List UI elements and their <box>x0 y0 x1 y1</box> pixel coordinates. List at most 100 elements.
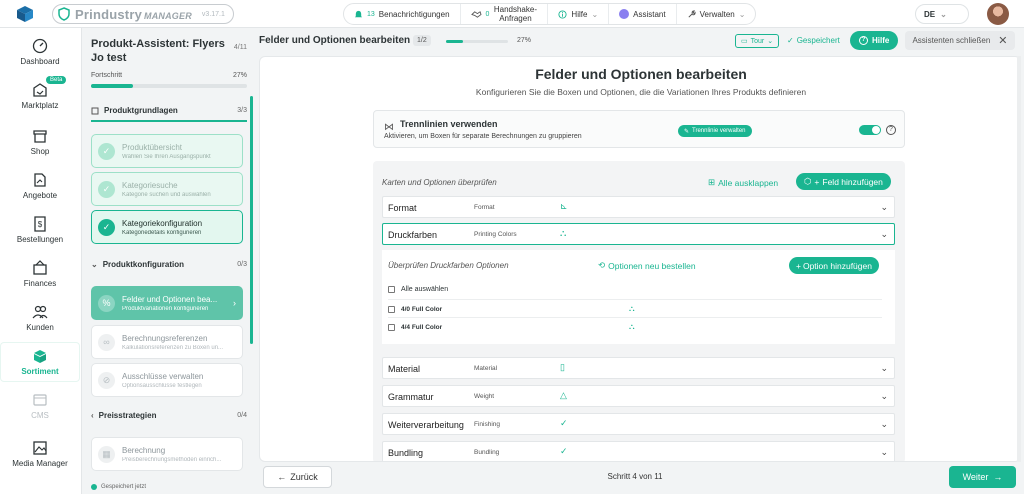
tour-select[interactable]: ▭ Tour ⌄ <box>735 34 780 48</box>
step-card-produktuebersicht[interactable]: ✓ Produktübersicht Wählen Sie Ihren Ausga… <box>91 134 243 168</box>
option-row[interactable]: 4/0 Full Color ⛬ <box>388 302 882 316</box>
saved-indicator: ✓ Gespeichert <box>787 36 840 45</box>
close-assistant-button[interactable]: Assistenten schließen ✕ <box>905 31 1015 50</box>
wrench-icon <box>688 9 696 18</box>
step-desc: Preisberechnungsmethoden einrich... <box>122 456 222 463</box>
chevron-down-icon[interactable]: ⌄ <box>880 391 888 402</box>
nav-item-sortiment[interactable]: Sortiment <box>0 342 80 382</box>
help-menu[interactable]: Hilfe ⌄ <box>548 4 610 24</box>
step-card-ausschluesse[interactable]: ⊘ Ausschlüsse verwalten Optionsausschlüss… <box>91 363 243 397</box>
language-select[interactable]: DE ⌄ <box>915 4 969 24</box>
avatar[interactable] <box>987 3 1009 25</box>
handshake-button[interactable]: 0 Handshake-Anfragen <box>461 4 549 24</box>
header-progress-percent: 27% <box>517 37 532 44</box>
cms-icon <box>33 394 47 406</box>
field-row-format[interactable]: Format Format ⊾ ⌄ <box>382 196 895 218</box>
step-card-felder-optionen[interactable]: % Felder und Optionen bea... Produktvaria… <box>91 286 243 320</box>
step-title: Berechnung <box>122 445 166 455</box>
expand-all-button[interactable]: ⊞ Alle ausklappen <box>708 177 778 188</box>
check-icon: ✓ <box>98 142 115 160</box>
step-card-kategoriekonfiguration[interactable]: ✓ Kategoriekonfiguration Kategoriedetails… <box>91 210 243 244</box>
notifications-button[interactable]: 13 Benachrichtigungen <box>344 4 461 24</box>
section-count: 3/3 <box>237 107 247 114</box>
add-option-button[interactable]: + Option hinzufügen <box>789 257 879 274</box>
notifications-count: 13 <box>367 10 375 18</box>
receipt-icon: $ <box>34 216 46 232</box>
option-checkbox[interactable] <box>388 323 395 331</box>
box-icon <box>34 350 46 363</box>
calculator-icon: ▦ <box>98 445 115 463</box>
step-card-kategoriesuche[interactable]: ✓ Kategoriesuche Kategorie suchen und aus… <box>91 172 243 206</box>
help-icon[interactable]: ? <box>886 125 896 135</box>
assistant-button[interactable]: Assistant <box>609 4 677 24</box>
divider-toggle[interactable] <box>859 125 881 135</box>
logo[interactable]: Prindustry MANAGER v3.17.1 <box>52 4 234 24</box>
chevron-down-icon[interactable]: ⌄ <box>880 363 888 374</box>
nav-item-angebote[interactable]: Angebote <box>0 166 80 206</box>
nav-item-kunden[interactable]: Kunden <box>0 298 80 338</box>
field-row-material[interactable]: Material Material ▯ ⌄ <box>382 357 895 379</box>
left-nav: Dashboard Marktplatz Beta Shop Angebote … <box>0 28 82 494</box>
top-nav: 13 Benachrichtigungen 0 Handshake-Anfrag… <box>343 3 757 25</box>
field-row-druckfarben[interactable]: Druckfarben Printing Colors ⛬ ⌄ <box>382 223 895 245</box>
section-produktgrundlagen[interactable]: Produktgrundlagen 3/3 <box>91 106 247 115</box>
handshake-count: 0 <box>485 10 490 18</box>
reorder-options-button[interactable]: ⟲ Optionen neu bestellen <box>598 260 696 271</box>
add-field-button[interactable]: ⬡ + Feld hinzufügen <box>796 173 891 190</box>
step-card-berechnung[interactable]: ▦ Berechnung Preisberechnungsmethoden ein… <box>91 437 243 471</box>
nav-item-bestellungen[interactable]: $ Bestellungen <box>0 210 80 250</box>
nav-label: Finances <box>23 279 57 288</box>
next-button[interactable]: Weiter → <box>949 466 1016 488</box>
section-preisstrategien[interactable]: ‹ Preisstrategien 0/4 <box>91 411 247 420</box>
chevron-down-icon[interactable]: ⌄ <box>880 447 888 458</box>
notifications-label: Benachrichtigungen <box>378 9 450 19</box>
field-row-grammatur[interactable]: Grammatur Weight △ ⌄ <box>382 385 895 407</box>
manage-menu[interactable]: Verwalten ⌄ <box>677 4 756 24</box>
check-icon: ✓ <box>98 180 115 198</box>
field-name: Druckfarben <box>388 230 438 240</box>
manage-divider-button[interactable]: ✎ Trennlinie verwalten <box>678 125 752 137</box>
step-title: Kategoriekonfiguration <box>122 218 203 228</box>
section-count: 0/4 <box>237 412 247 419</box>
help-button[interactable]: ? Hilfe <box>850 31 899 50</box>
field-row-bundling[interactable]: Bundling Bundling ✓ ⌄ <box>382 441 895 461</box>
options-header: Überprüfen Druckfarben Optionen <box>388 261 509 270</box>
step-title: Felder und Optionen bea... <box>122 294 218 304</box>
section-divider <box>91 120 247 122</box>
assistant-scrollbar[interactable] <box>250 96 253 344</box>
image-icon <box>33 441 47 455</box>
chevron-down-icon: ⌄ <box>940 9 947 19</box>
check-icon: ✓ <box>560 418 568 428</box>
nav-item-cms[interactable]: CMS <box>0 386 80 426</box>
back-label: Zurück <box>290 472 318 482</box>
step-card-berechnungsreferenzen[interactable]: ∞ Berechnungsreferenzen Kalkulationsrefer… <box>91 325 243 359</box>
field-name: Grammatur <box>388 392 434 402</box>
finance-icon <box>33 260 47 275</box>
nav-item-marktplatz[interactable]: Marktplatz <box>0 76 80 116</box>
chevron-down-icon[interactable]: ⌄ <box>880 419 888 430</box>
section-produktkonfiguration[interactable]: ⌄ Produktkonfiguration 0/3 <box>91 260 247 269</box>
field-row-weiterverarbeitung[interactable]: Weiterverarbeitung Finishing ✓ ⌄ <box>382 413 895 435</box>
chevron-down-icon: ⌄ <box>91 260 98 269</box>
option-checkbox[interactable] <box>388 305 395 313</box>
nav-item-media-manager[interactable]: Media Manager <box>0 434 80 474</box>
sparkle-icon <box>619 9 630 19</box>
chevron-down-icon: ⌄ <box>591 9 599 19</box>
sliders-icon: % <box>98 294 115 312</box>
chevron-down-icon[interactable]: ⌄ <box>880 229 888 240</box>
nav-item-shop[interactable]: Shop <box>0 122 80 162</box>
logo-mark-icon[interactable] <box>16 5 34 23</box>
back-button[interactable]: ← Zurück <box>263 466 332 488</box>
select-all-checkbox[interactable] <box>388 285 395 293</box>
nav-item-dashboard[interactable]: Dashboard <box>0 32 80 72</box>
header-progress-bar <box>446 40 508 43</box>
field-sub: Printing Colors <box>474 231 517 238</box>
nav-item-finances[interactable]: Finances <box>0 254 80 294</box>
field-name: Material <box>388 364 421 374</box>
option-row[interactable]: 4/4 Full Color ⛬ <box>388 320 882 334</box>
select-all-row[interactable]: Alle auswählen <box>388 282 882 296</box>
content-scrollbar[interactable] <box>1017 56 1021 462</box>
store-icon <box>33 83 47 97</box>
chevron-down-icon[interactable]: ⌄ <box>880 202 888 213</box>
handshake-label: Handshake-Anfragen <box>493 5 537 23</box>
